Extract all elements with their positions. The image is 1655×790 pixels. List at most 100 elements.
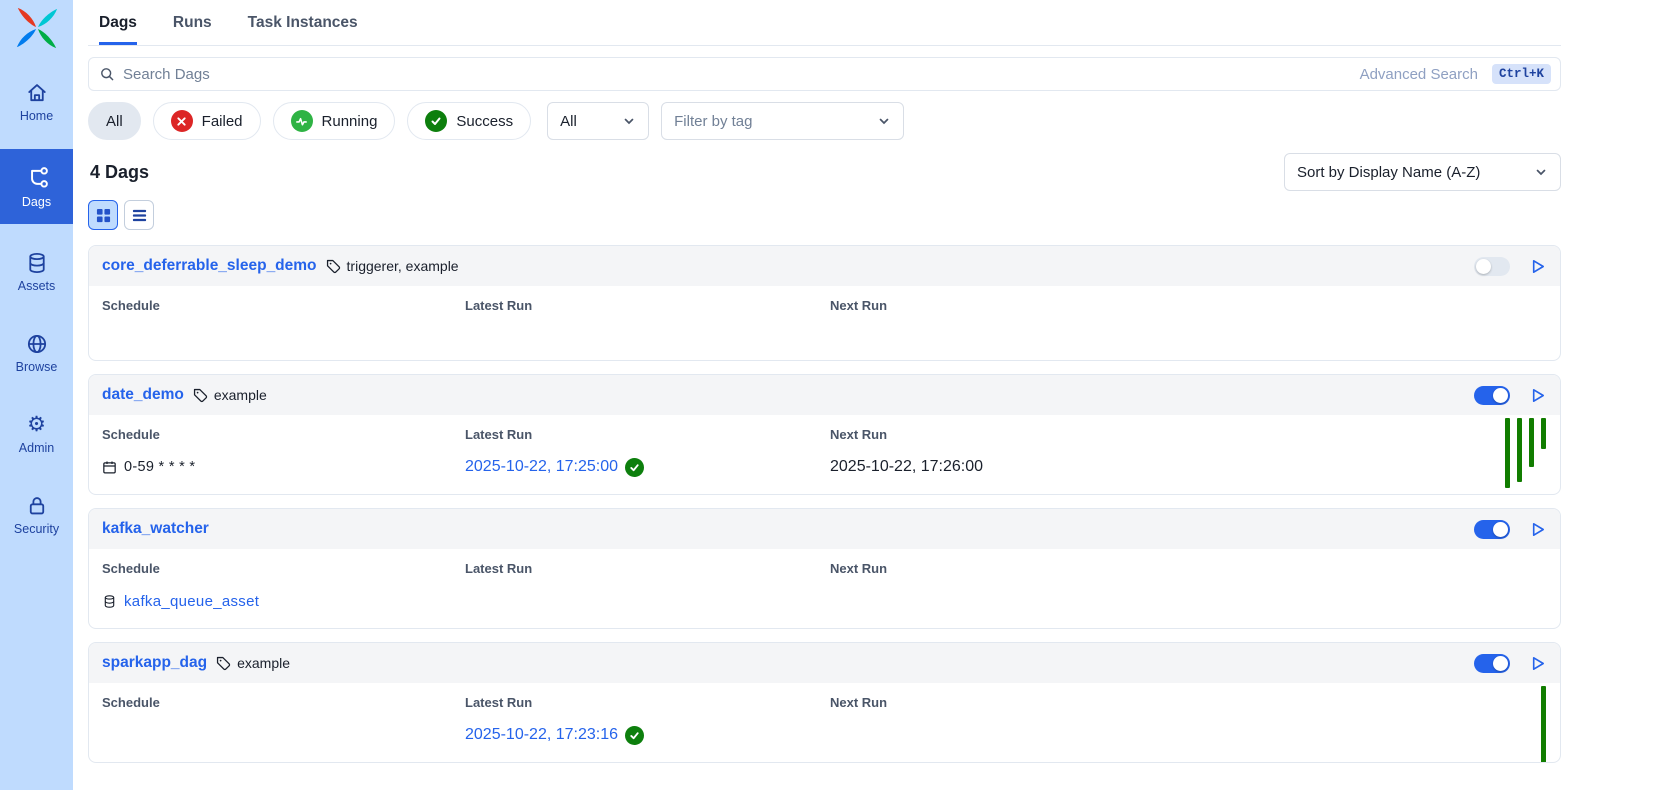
toggle-knob bbox=[1493, 388, 1508, 403]
chevron-down-icon bbox=[877, 114, 891, 128]
next-run-value: 2025-10-22, 17:26:00 bbox=[830, 456, 1547, 478]
schedule-column: Schedule bbox=[102, 695, 465, 746]
dag-name-link[interactable]: core_deferrable_sleep_demo bbox=[102, 257, 317, 275]
dag-name-link[interactable]: date_demo bbox=[102, 386, 184, 404]
run-duration-bars[interactable] bbox=[1505, 418, 1546, 488]
list-view-icon bbox=[132, 208, 147, 223]
shortcut-badge: Ctrl+K bbox=[1492, 64, 1551, 84]
dag-pause-toggle[interactable] bbox=[1474, 654, 1510, 673]
dag-card: core_deferrable_sleep_demo triggerer, ex… bbox=[88, 245, 1561, 361]
latest-run-link[interactable]: 2025-10-22, 17:23:16 bbox=[465, 726, 618, 744]
toggle-knob bbox=[1476, 259, 1491, 274]
latest-run-column: Latest Run 2025-10-22, 17:23:16 bbox=[465, 695, 830, 746]
dag-card-header: kafka_watcher bbox=[89, 509, 1560, 549]
tag-icon bbox=[215, 655, 232, 672]
sidebar-item-admin[interactable]: ⚙︎ Admin bbox=[0, 400, 73, 467]
search-extras: Advanced Search Ctrl+K bbox=[1360, 57, 1551, 91]
latest-run-column: Latest Run bbox=[465, 561, 830, 612]
dag-tags: triggerer, example bbox=[325, 258, 459, 275]
run-bar[interactable] bbox=[1505, 418, 1510, 488]
dag-card-body: Schedule 0-59 * * * * Latest Run 2025-10… bbox=[89, 415, 1560, 494]
dag-name-link[interactable]: kafka_watcher bbox=[102, 520, 209, 538]
search-row: Advanced Search Ctrl+K bbox=[88, 57, 1561, 91]
globe-icon bbox=[25, 332, 49, 356]
play-icon bbox=[1528, 386, 1547, 405]
sidebar-item-assets[interactable]: Assets bbox=[0, 238, 73, 305]
toggle-knob bbox=[1493, 522, 1508, 537]
run-duration-bars[interactable] bbox=[1541, 686, 1546, 763]
dag-pause-toggle[interactable] bbox=[1474, 257, 1510, 276]
play-icon bbox=[1528, 257, 1547, 276]
trigger-dag-button[interactable] bbox=[1528, 520, 1547, 539]
sidebar-item-label: Browse bbox=[16, 360, 58, 374]
chip-label: Success bbox=[456, 113, 513, 130]
dag-pause-toggle[interactable] bbox=[1474, 386, 1510, 405]
success-badge-icon bbox=[625, 458, 644, 477]
state-filter-select[interactable]: All bbox=[547, 102, 649, 140]
main-content: Dags Runs Task Instances Advanced Search… bbox=[73, 0, 1655, 790]
home-icon bbox=[25, 81, 49, 105]
airflow-logo[interactable] bbox=[0, 0, 73, 56]
database-icon bbox=[25, 251, 49, 275]
check-circle-icon bbox=[425, 110, 447, 132]
run-bar[interactable] bbox=[1541, 686, 1546, 763]
dag-tags-text: example bbox=[237, 655, 290, 671]
tab-task-instances[interactable]: Task Instances bbox=[248, 14, 358, 45]
trigger-dag-button[interactable] bbox=[1528, 257, 1547, 276]
sidebar: Home Dags Assets Browse bbox=[0, 0, 73, 790]
lock-icon bbox=[25, 494, 49, 518]
sidebar-item-dags[interactable]: Dags bbox=[0, 149, 73, 224]
tab-dags[interactable]: Dags bbox=[99, 14, 137, 45]
tab-bar: Dags Runs Task Instances bbox=[88, 0, 1561, 46]
grid-view-button[interactable] bbox=[88, 200, 118, 230]
airflow-app: Home Dags Assets Browse bbox=[0, 0, 1655, 790]
sidebar-item-security[interactable]: Security bbox=[0, 481, 73, 548]
tag-icon bbox=[325, 258, 342, 275]
calendar-icon bbox=[102, 460, 117, 475]
tag-filter-select[interactable]: Filter by tag bbox=[661, 102, 904, 140]
dag-count: 4 Dags bbox=[88, 162, 149, 183]
select-value: Sort by Display Name (A-Z) bbox=[1297, 164, 1480, 181]
run-bar[interactable] bbox=[1517, 418, 1522, 482]
dag-tags: example bbox=[215, 655, 290, 672]
schedule-value: kafka_queue_asset bbox=[102, 590, 465, 612]
filter-chip-failed[interactable]: Failed bbox=[153, 102, 261, 140]
gear-icon: ⚙︎ bbox=[27, 413, 46, 437]
dag-icon bbox=[24, 165, 50, 191]
filter-chip-all[interactable]: All bbox=[88, 102, 141, 140]
sidebar-item-label: Security bbox=[14, 522, 59, 536]
sidebar-item-label: Assets bbox=[18, 279, 56, 293]
advanced-search-link[interactable]: Advanced Search bbox=[1360, 66, 1478, 83]
select-value: All bbox=[560, 113, 577, 130]
latest-run-value: 2025-10-22, 17:23:16 bbox=[465, 724, 830, 746]
sidebar-item-home[interactable]: Home bbox=[0, 68, 73, 135]
filter-chip-running[interactable]: Running bbox=[273, 102, 396, 140]
chip-label: All bbox=[106, 113, 123, 130]
trigger-dag-button[interactable] bbox=[1528, 654, 1547, 673]
filter-chip-success[interactable]: Success bbox=[407, 102, 531, 140]
select-placeholder: Filter by tag bbox=[674, 113, 752, 130]
schedule-column: Schedule 0-59 * * * * bbox=[102, 427, 465, 478]
next-run-column: Next Run bbox=[830, 695, 1547, 746]
dag-card-body: Schedule Latest Run Next Run bbox=[89, 286, 1560, 360]
dag-name-link[interactable]: sparkapp_dag bbox=[102, 654, 207, 672]
trigger-dag-button[interactable] bbox=[1528, 386, 1547, 405]
dag-tags-text: triggerer, example bbox=[347, 258, 459, 274]
run-bar[interactable] bbox=[1541, 418, 1546, 449]
play-icon bbox=[1528, 520, 1547, 539]
latest-run-value: 2025-10-22, 17:25:00 bbox=[465, 456, 830, 478]
sidebar-item-browse[interactable]: Browse bbox=[0, 319, 73, 386]
schedule-value: 0-59 * * * * bbox=[102, 456, 465, 478]
schedule-column: Schedule bbox=[102, 298, 465, 313]
search-input[interactable] bbox=[123, 66, 1550, 83]
list-view-button[interactable] bbox=[124, 200, 154, 230]
dag-pause-toggle[interactable] bbox=[1474, 520, 1510, 539]
sort-select[interactable]: Sort by Display Name (A-Z) bbox=[1284, 153, 1561, 191]
next-run-column: Next Run 2025-10-22, 17:26:00 bbox=[830, 427, 1547, 478]
schedule-text: 0-59 * * * * bbox=[124, 459, 195, 475]
search-box bbox=[88, 57, 1561, 91]
run-bar[interactable] bbox=[1529, 418, 1534, 467]
pulse-circle-icon bbox=[291, 110, 313, 132]
latest-run-link[interactable]: 2025-10-22, 17:25:00 bbox=[465, 458, 618, 476]
tab-runs[interactable]: Runs bbox=[173, 14, 212, 45]
